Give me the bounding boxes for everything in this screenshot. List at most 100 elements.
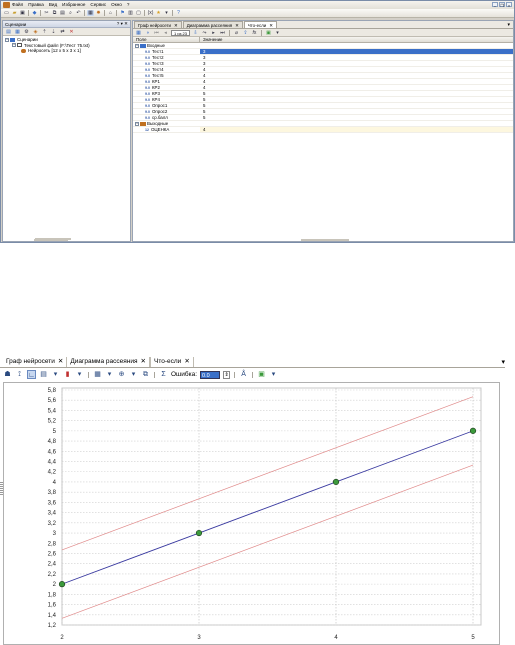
field-value[interactable]: 5 — [200, 91, 513, 96]
view-grid-icon[interactable]: ▦ — [87, 10, 94, 16]
new-source-icon[interactable]: ▤ — [5, 29, 12, 35]
grid-row[interactable]: 12 ОЦЕНКА 4 — [133, 127, 513, 133]
field-value[interactable]: 4 — [200, 85, 513, 90]
zoom-icon[interactable]: ⊕ — [117, 370, 126, 379]
wizard-icon[interactable]: ⚑ — [119, 10, 126, 16]
grid-view-icon[interactable]: ▦ — [135, 30, 142, 36]
next-page-icon[interactable]: ▸ — [210, 30, 217, 36]
field-value[interactable]: 4 — [200, 127, 513, 132]
restore-icon[interactable]: ❐ — [499, 2, 505, 8]
table-layout-icon[interactable]: ▤ — [39, 370, 48, 379]
close-icon[interactable]: ✕ — [235, 23, 239, 28]
cut-icon[interactable]: ✂ — [43, 10, 50, 16]
bottom-scrollbar-left[interactable] — [34, 239, 68, 241]
add-record-icon[interactable]: ⤳ — [201, 30, 208, 36]
tabs-dropdown-icon[interactable]: ▾ — [507, 22, 510, 28]
close-icon[interactable]: ✕ — [184, 358, 189, 365]
menu-view[interactable]: Вид — [49, 1, 57, 9]
tab-scatter-plot[interactable]: Диаграмма рассеяния ✕ — [182, 21, 243, 28]
tree-item-neural-net[interactable]: Нейросеть [12 x 5 x 3 x 1] — [5, 48, 130, 54]
new-node-icon[interactable]: ▦ — [14, 29, 21, 35]
column-header-value[interactable]: Значение — [200, 37, 513, 42]
field-value[interactable]: 4 — [200, 79, 513, 84]
first-page-icon[interactable]: ⏮ — [153, 30, 160, 36]
settings-icon[interactable]: ✹ — [95, 10, 102, 16]
filter-icon[interactable]: ⟟ — [15, 370, 24, 379]
tabs-dropdown-icon[interactable]: ▾ — [501, 358, 505, 366]
prev-page-icon[interactable]: ◂ — [162, 30, 169, 36]
chevron-down-icon[interactable]: ▾ — [105, 370, 114, 379]
rename-icon[interactable]: ⇄ — [59, 29, 66, 35]
field-value[interactable]: 3 — [200, 49, 513, 54]
chart-view-icon[interactable]: ◑ — [144, 30, 151, 36]
tab-neural-graph[interactable]: Граф нейросети ✕ — [3, 357, 68, 367]
field-value[interactable]: 3 — [200, 61, 513, 66]
minimize-icon[interactable]: – — [492, 2, 498, 8]
move-down-icon[interactable]: ⇣ — [50, 29, 57, 35]
close-icon[interactable]: ✕ — [58, 358, 63, 365]
bottom-scrollbar-right[interactable] — [301, 239, 349, 241]
find-icon[interactable]: ⌕ — [67, 10, 74, 16]
user-icon[interactable]: ☗ — [3, 370, 12, 379]
menu-window[interactable]: Окно — [111, 1, 122, 9]
visualize-icon[interactable]: ◈ — [32, 29, 39, 35]
table-icon[interactable]: ▦ — [93, 370, 102, 379]
import-icon[interactable]: ◆ — [31, 10, 38, 16]
undo-icon[interactable]: ↶ — [75, 10, 82, 16]
collapse-toggle[interactable]: − — [135, 43, 139, 48]
display-settings-icon[interactable]: ▣ — [257, 370, 266, 379]
open-folder-icon[interactable]: ▰ — [11, 10, 18, 16]
menu-file[interactable]: Файл — [12, 1, 23, 9]
chevron-down-icon[interactable]: ▾ — [163, 10, 170, 16]
chevron-down-icon[interactable]: ▾ — [274, 30, 281, 36]
tab-scatter-plot[interactable]: Диаграмма рассеяния ✕ — [67, 357, 150, 367]
clear-icon[interactable]: ⌀ — [233, 30, 240, 36]
save-icon[interactable]: ▣ — [19, 10, 26, 16]
menu-help[interactable]: ? — [127, 1, 130, 9]
bar-chart-icon[interactable]: ▮ — [63, 370, 72, 379]
formula-icon[interactable]: fx — [251, 30, 258, 36]
copy-chart-icon[interactable]: ⧉ — [141, 370, 150, 379]
table-icon[interactable]: ▥ — [127, 10, 134, 16]
layout-icon[interactable]: ▣ — [265, 30, 272, 36]
tab-what-if[interactable]: Что-если ✕ — [243, 21, 277, 28]
move-up-icon[interactable]: ⇡ — [41, 29, 48, 35]
field-value[interactable]: 3 — [200, 55, 513, 60]
axis-chart-icon[interactable]: ∟ — [27, 370, 36, 379]
window-icon[interactable]: ▢ — [135, 10, 142, 16]
script-icon[interactable]: (x) — [147, 10, 154, 16]
menu-favorites[interactable]: Избранное — [62, 1, 85, 9]
collapse-toggle[interactable]: − — [12, 43, 16, 48]
pane-pin-controls[interactable]: ? ▾ ✕ — [117, 21, 128, 27]
tab-neural-graph[interactable]: Граф нейросети ✕ — [134, 21, 182, 28]
export-icon[interactable]: ⇪ — [242, 30, 249, 36]
close-icon[interactable]: ✕ — [141, 358, 146, 365]
delete-icon[interactable]: ✕ — [68, 29, 75, 35]
chevron-down-icon[interactable]: ▾ — [129, 370, 138, 379]
chevron-down-icon[interactable]: ▾ — [269, 370, 278, 379]
column-header-field[interactable]: Поле — [133, 37, 200, 42]
close-icon[interactable]: ✕ — [269, 23, 273, 28]
field-value[interactable]: 4 — [200, 67, 513, 72]
copy-icon[interactable]: ⧉ — [51, 10, 58, 16]
new-file-icon[interactable]: ▭ — [3, 10, 10, 16]
error-input[interactable]: 0.0 — [200, 370, 221, 379]
chevron-down-icon[interactable]: ▾ — [51, 370, 60, 379]
field-value[interactable]: 4 — [200, 73, 513, 78]
sum-icon[interactable]: Σ — [159, 370, 168, 379]
last-page-icon[interactable]: ⏭ — [219, 30, 226, 36]
help-icon[interactable]: ? — [175, 10, 182, 16]
menu-edit[interactable]: Правка — [28, 1, 44, 9]
field-value[interactable]: 5 — [200, 103, 513, 108]
close-icon[interactable]: ✕ — [174, 23, 178, 28]
field-value[interactable]: 5 — [200, 115, 513, 120]
process-icon[interactable]: ⚙ — [23, 29, 30, 35]
chevron-down-icon[interactable]: ▾ — [75, 370, 84, 379]
field-value[interactable]: 5 — [200, 97, 513, 102]
field-value[interactable]: 5 — [200, 109, 513, 114]
collapse-toggle[interactable]: − — [5, 37, 9, 42]
font-icon[interactable]: Å — [239, 370, 248, 379]
paste-icon[interactable]: ▤ — [59, 10, 66, 16]
home-icon[interactable]: ⌂ — [107, 10, 114, 16]
tab-what-if[interactable]: Что-если ✕ — [150, 357, 194, 367]
